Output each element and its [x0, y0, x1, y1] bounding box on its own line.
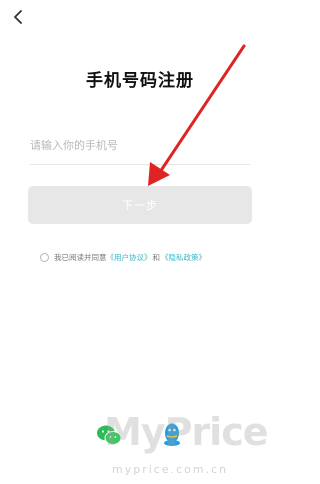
privacy-policy-link[interactable]: 《隐私政策》 [161, 252, 206, 263]
agreement-conjunction: 和 [152, 252, 161, 262]
back-button[interactable] [10, 8, 26, 26]
chevron-left-icon [14, 10, 22, 24]
user-agreement-link[interactable]: 《用户协议》 [107, 252, 152, 263]
watermark-logo: MyPrice [104, 410, 268, 454]
agreement-row: 我已阅读并同意 《用户协议》 和 《隐私政策》 [40, 250, 270, 264]
phone-input[interactable] [30, 134, 250, 157]
watermark-url: myprice.com.cn [112, 463, 229, 476]
agree-radio[interactable] [40, 252, 49, 262]
agreement-prefix: 我已阅读并同意 [54, 252, 107, 262]
page-title: 手机号码注册 [86, 71, 194, 91]
next-button[interactable]: 下一步 [28, 186, 252, 224]
phone-field [30, 134, 250, 165]
